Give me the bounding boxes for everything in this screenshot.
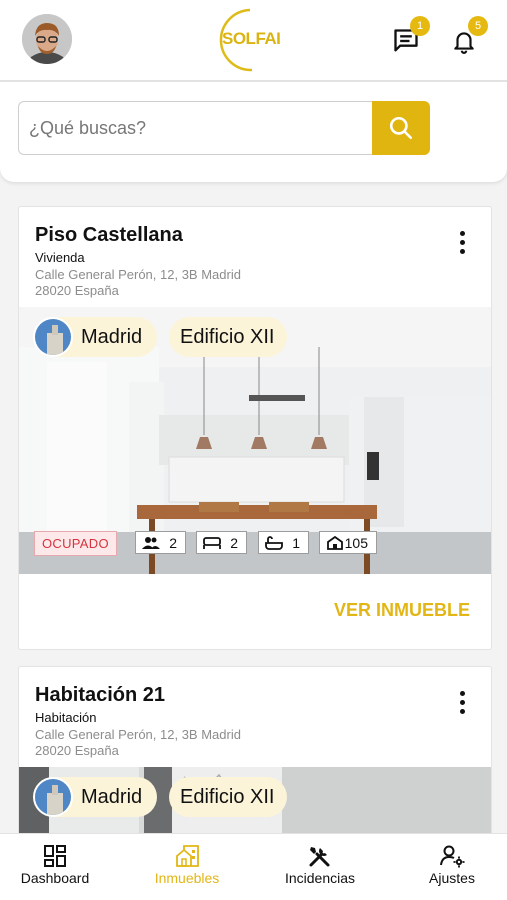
bedrooms-stat: 2: [196, 531, 247, 554]
user-settings-icon: [440, 845, 465, 868]
logo-text: SOLFAI: [222, 29, 281, 48]
city-chip-label: Madrid: [81, 326, 143, 348]
property-address: Calle General Perón, 12, 3B Madrid 28020…: [35, 727, 241, 759]
nav-incidents-label: Incidencias: [284, 870, 356, 886]
tools-icon: [309, 847, 330, 867]
notifications-badge: 5: [468, 16, 488, 36]
nav-incidents[interactable]: Incidencias: [270, 834, 370, 900]
address-line-2: 28020 España: [35, 283, 119, 298]
search-bar: [0, 82, 507, 182]
messages-badge: 1: [410, 16, 430, 36]
area-value: 105: [344, 535, 368, 551]
nav-settings[interactable]: Ajustes: [412, 834, 492, 900]
solfai-logo: SOLFAI: [212, 8, 292, 72]
search-icon: [389, 116, 413, 140]
city-chip[interactable]: Madrid: [33, 317, 157, 357]
building-chip[interactable]: Edificio XII: [169, 777, 287, 817]
occupants-stat: 2: [135, 531, 186, 554]
building-chip-label: Edificio XII: [180, 786, 275, 808]
city-avatar: [33, 777, 73, 817]
bathtub-icon: [265, 536, 283, 550]
nav-properties-label: Inmuebles: [154, 870, 220, 886]
bathrooms-value: 1: [292, 535, 300, 551]
messages-button[interactable]: 1: [390, 16, 430, 58]
search-input[interactable]: [18, 101, 373, 155]
area-stat: 105: [319, 531, 377, 554]
search-button[interactable]: [372, 101, 430, 155]
bathrooms-stat: 1: [258, 531, 309, 554]
nav-settings-label: Ajustes: [429, 870, 475, 886]
nav-properties[interactable]: Inmuebles: [133, 834, 241, 900]
area-icon: [327, 536, 343, 550]
city-chip[interactable]: Madrid: [33, 777, 157, 817]
property-photo: Madrid Edificio XII OCUPADO 2 2 1 105: [19, 307, 491, 574]
property-type: Habitación: [35, 710, 97, 725]
bottom-navigation: Dashboard Inmuebles Incidencias Ajustes: [0, 833, 507, 900]
bedrooms-value: 2: [230, 535, 238, 551]
view-property-button[interactable]: VER INMUEBLE: [334, 600, 470, 621]
building-chip[interactable]: Edificio XII: [169, 317, 287, 357]
property-address: Calle General Perón, 12, 3B Madrid 28020…: [35, 267, 241, 299]
bed-icon: [203, 537, 221, 549]
dashboard-icon: [44, 845, 66, 867]
building-chip-label: Edificio XII: [180, 326, 275, 348]
user-avatar[interactable]: [22, 14, 72, 64]
building-icon: [176, 845, 199, 867]
more-options-icon[interactable]: [457, 691, 467, 717]
address-line-2: 28020 España: [35, 743, 119, 758]
top-bar: SOLFAI 1 5: [0, 0, 507, 82]
more-options-icon[interactable]: [457, 231, 467, 257]
city-avatar: [33, 317, 73, 357]
property-type: Vivienda: [35, 250, 85, 265]
property-title: Habitación 21: [35, 684, 166, 706]
property-card: Piso Castellana Vivienda Calle General P…: [18, 206, 492, 650]
occupants-value: 2: [169, 535, 177, 551]
address-line-1: Calle General Perón, 12, 3B Madrid: [35, 727, 241, 742]
property-title: Piso Castellana: [35, 224, 183, 246]
nav-dashboard-label: Dashboard: [20, 870, 90, 886]
people-icon: [142, 537, 160, 549]
notifications-button[interactable]: 5: [448, 16, 488, 58]
status-badge: OCUPADO: [34, 531, 117, 556]
city-chip-label: Madrid: [81, 786, 143, 808]
nav-dashboard[interactable]: Dashboard: [0, 834, 110, 900]
address-line-1: Calle General Perón, 12, 3B Madrid: [35, 267, 241, 282]
